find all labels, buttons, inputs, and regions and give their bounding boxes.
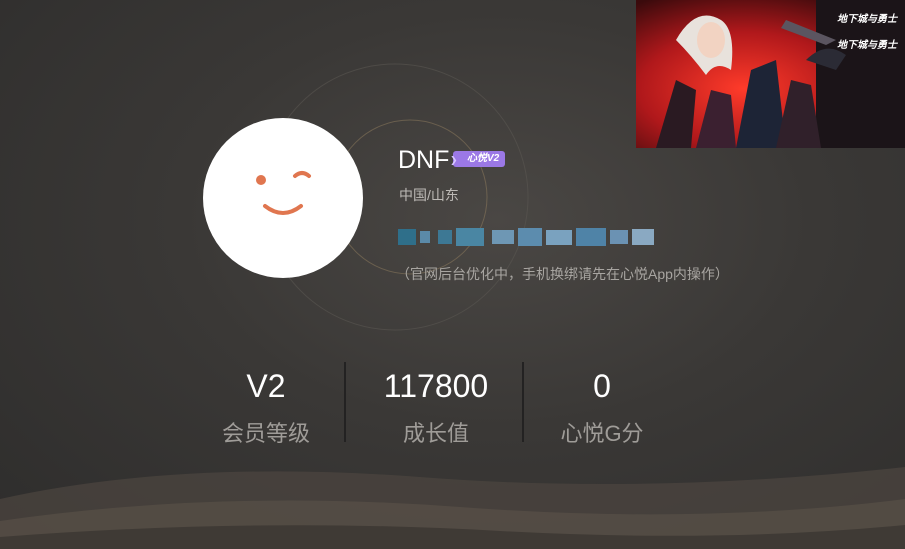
stat-g-points: 0 心悦G分 (522, 366, 682, 448)
vip-wing-icon: ❯ (450, 155, 458, 165)
stat-label: 心悦G分 (560, 421, 644, 446)
username: DNF (398, 146, 450, 174)
stat-member-level: V2 会员等级 (186, 366, 346, 448)
stat-growth-value: 117800 成长值 (356, 366, 516, 448)
vip-badge: ❯ 心悦V2 (450, 151, 506, 167)
game-logo-1: 地下城与勇士 (837, 14, 897, 25)
stat-label: 成长值 (402, 421, 469, 446)
phone-binding-notice: （官网后台优化中，手机换绑请先在心悦App内操作） (396, 266, 729, 282)
stat-label: 会员等级 (221, 421, 310, 446)
stat-value: V2 (246, 368, 286, 404)
phone-number-masked (398, 228, 654, 246)
bottom-wave-decoration (0, 467, 905, 549)
game-banner[interactable]: 地下城与勇士 地下城与勇士 (636, 0, 905, 148)
smiley-face-icon (256, 171, 311, 215)
game-logo-2: 地下城与勇士 (837, 40, 897, 51)
stat-value: 117800 (383, 368, 489, 404)
avatar[interactable] (203, 118, 363, 278)
stat-divider (344, 362, 346, 442)
stat-value: 0 (593, 368, 611, 404)
location: 中国/山东 (399, 187, 459, 203)
vip-badge-label: 心悦V2 (467, 153, 500, 164)
